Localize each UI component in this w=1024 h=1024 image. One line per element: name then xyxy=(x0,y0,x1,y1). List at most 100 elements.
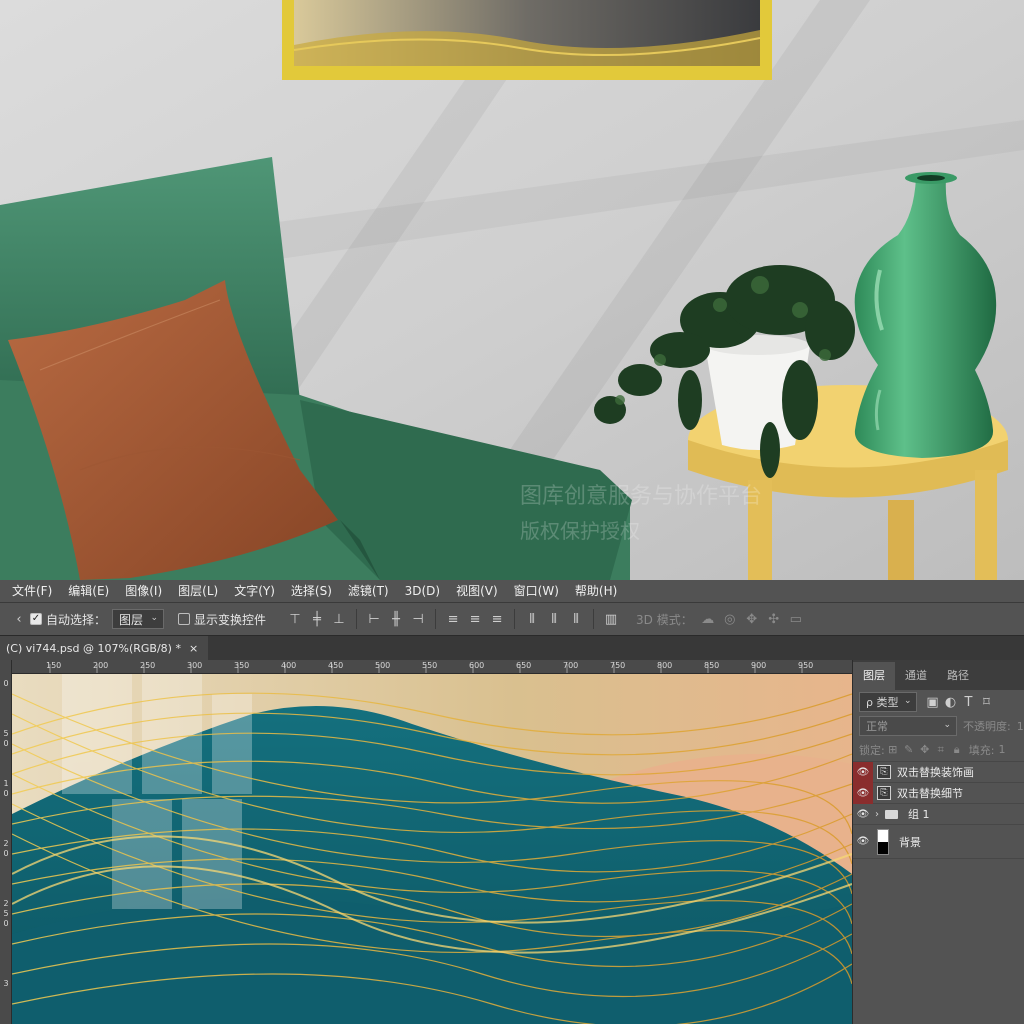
roll-3d-icon[interactable]: ◎ xyxy=(719,608,741,630)
layer-row[interactable]: 👁︎ › 组 1 xyxy=(853,804,1024,825)
fill-value[interactable]: 1 xyxy=(998,743,1005,756)
menu-select[interactable]: 选择(S) xyxy=(283,580,340,602)
layer-row[interactable]: 👁︎ ⎘ 双击替换装饰画 xyxy=(853,761,1024,783)
horizontal-ruler: 150 200 250 300 350 400 450 500 550 600 … xyxy=(12,660,852,674)
layer-row[interactable]: 👁︎ ⎘ 双击替换细节 xyxy=(853,782,1024,804)
eye-icon[interactable]: 👁︎ xyxy=(853,761,873,783)
lock-all-icon[interactable]: 🔒︎ xyxy=(949,739,965,761)
orbit-3d-icon[interactable]: ☁ xyxy=(697,608,719,630)
video-3d-icon[interactable]: ▭ xyxy=(785,608,807,630)
layer-filter-value: ρ 类型 xyxy=(866,696,899,709)
lock-position-icon[interactable]: ✥ xyxy=(917,739,933,761)
ruler-label: 3 xyxy=(3,979,9,988)
menu-filter[interactable]: 滤镜(T) xyxy=(340,580,397,602)
auto-align-icon[interactable]: ▥ xyxy=(600,608,622,630)
options-bar: ‹ ✓ 自动选择： 图层 ⌄ 显示变换控件 ⊤ ╪ ⊥ ⊢ ╫ ⊣ ≡ ≡ ≡ … xyxy=(0,602,1024,636)
menu-view[interactable]: 视图(V) xyxy=(448,580,506,602)
document-tab-bar: (C) vi744.psd @ 107%(RGB/8) * × xyxy=(0,636,1024,660)
ruler-label: 450 xyxy=(328,661,344,670)
menu-layer[interactable]: 图层(L) xyxy=(170,580,226,602)
chevron-down-icon: ⌄ xyxy=(943,720,951,730)
eye-icon[interactable]: 👁︎ xyxy=(853,804,873,825)
blend-mode-dropdown[interactable]: 正常 ⌄ xyxy=(859,716,957,736)
ruler-label: 400 xyxy=(281,661,297,670)
layer-name: 背景 xyxy=(899,835,921,849)
vertical-ruler: 0 5 0 1 0 2 0 2 5 0 3 xyxy=(0,660,12,1024)
drag-3d-icon[interactable]: ✥ xyxy=(741,608,763,630)
distribute-right-icon[interactable]: ⫴ xyxy=(565,608,587,630)
blend-mode-value: 正常 xyxy=(866,720,888,733)
layer-filter-dropdown[interactable]: ρ 类型 ⌄ xyxy=(859,692,918,712)
menu-image[interactable]: 图像(I) xyxy=(117,580,170,602)
opacity-value[interactable]: 1 xyxy=(1017,720,1024,733)
opacity-label: 不透明度: xyxy=(963,720,1011,733)
tab-layers[interactable]: 图层 xyxy=(853,662,895,690)
ruler-label: 0 xyxy=(3,789,9,798)
background-thumbnail xyxy=(877,828,889,855)
align-right-icon[interactable]: ⊣ xyxy=(407,608,429,630)
filter-pixel-icon[interactable]: ▣ xyxy=(923,691,941,713)
menu-file[interactable]: 文件(F) xyxy=(4,580,60,602)
auto-select-dropdown[interactable]: 图层 ⌄ xyxy=(112,609,165,629)
ruler-label: 250 xyxy=(140,661,156,670)
lock-row: 锁定: ⊞ ✎ ✥ ⌗ 🔒︎ 填充: 1 xyxy=(853,738,1024,762)
align-left-icon[interactable]: ⊢ xyxy=(363,608,385,630)
move-tool-chevron-icon[interactable]: ‹ xyxy=(8,608,30,630)
divider xyxy=(356,609,358,629)
close-icon[interactable]: × xyxy=(189,642,198,655)
menu-help[interactable]: 帮助(H) xyxy=(567,580,625,602)
distribute-left-icon[interactable]: ⫴ xyxy=(521,608,543,630)
filter-type-icon[interactable]: T xyxy=(959,691,977,713)
filter-shape-icon[interactable]: ⌑ xyxy=(977,691,995,713)
auto-select-checkbox[interactable]: ✓ xyxy=(30,613,42,625)
slide-3d-icon[interactable]: ✣ xyxy=(763,608,785,630)
align-vcenter-icon[interactable]: ╪ xyxy=(306,608,328,630)
align-hcenter-icon[interactable]: ╫ xyxy=(385,608,407,630)
ruler-label: 2 xyxy=(3,839,9,848)
document-tab[interactable]: (C) vi744.psd @ 107%(RGB/8) * × xyxy=(0,636,209,660)
chevron-down-icon: ⌄ xyxy=(150,613,159,623)
menu-edit[interactable]: 编辑(E) xyxy=(60,580,117,602)
watermark-line-2: 版权保护授权 xyxy=(520,519,640,543)
3d-mode-label: 3D 模式： xyxy=(636,612,693,627)
distribute-top-icon[interactable]: ≡ xyxy=(442,608,464,630)
align-bottom-icon[interactable]: ⊥ xyxy=(328,608,350,630)
document-canvas[interactable] xyxy=(12,674,852,1024)
distribute-hcenter-icon[interactable]: ⫴ xyxy=(543,608,565,630)
ruler-label: 150 xyxy=(46,661,62,670)
ruler-label: 0 xyxy=(3,739,9,748)
ruler-label: 300 xyxy=(187,661,203,670)
ruler-label: 2 xyxy=(3,899,9,908)
ruler-label: 950 xyxy=(798,661,814,670)
chevron-down-icon: ⌄ xyxy=(903,696,912,706)
menu-window[interactable]: 窗口(W) xyxy=(506,580,567,602)
divider xyxy=(514,609,516,629)
filter-adjustment-icon[interactable]: ◐ xyxy=(941,691,959,713)
tab-paths[interactable]: 路径 xyxy=(937,662,979,690)
chevron-right-icon[interactable]: › xyxy=(875,809,879,820)
lock-transparency-icon[interactable]: ⊞ xyxy=(885,739,901,761)
show-transform-label: 显示变换控件 xyxy=(194,612,267,627)
folder-icon xyxy=(885,809,898,819)
eye-icon[interactable]: 👁︎ xyxy=(853,825,873,859)
menu-3d[interactable]: 3D(D) xyxy=(397,580,448,602)
layer-row[interactable]: 👁︎ 背景 xyxy=(853,825,1024,859)
show-transform-checkbox[interactable] xyxy=(178,613,191,625)
smart-object-icon: ⎘ xyxy=(877,786,891,800)
lock-artboard-icon[interactable]: ⌗ xyxy=(933,739,949,761)
room-scene-graphic xyxy=(0,0,1024,580)
smart-object-icon: ⎘ xyxy=(877,765,891,779)
align-top-icon[interactable]: ⊤ xyxy=(284,608,306,630)
layers-panel: 图层 通道 路径 ρ 类型 ⌄ ▣ ◐ T ⌑ 正常 ⌄ 不透明度: 1 锁定:… xyxy=(852,660,1024,1024)
ruler-label: 550 xyxy=(422,661,438,670)
menu-type[interactable]: 文字(Y) xyxy=(226,580,283,602)
distribute-vcenter-icon[interactable]: ≡ xyxy=(464,608,486,630)
ruler-label: 650 xyxy=(516,661,532,670)
eye-icon[interactable]: 👁︎ xyxy=(853,782,873,804)
ruler-label: 850 xyxy=(704,661,720,670)
lock-paint-icon[interactable]: ✎ xyxy=(901,739,917,761)
distribute-bottom-icon[interactable]: ≡ xyxy=(486,608,508,630)
tab-channels[interactable]: 通道 xyxy=(895,662,937,690)
blend-row: 正常 ⌄ 不透明度: 1 xyxy=(853,714,1024,738)
room-mockup-photo: 图库创意服务与协作平台 版权保护授权 xyxy=(0,0,1024,580)
